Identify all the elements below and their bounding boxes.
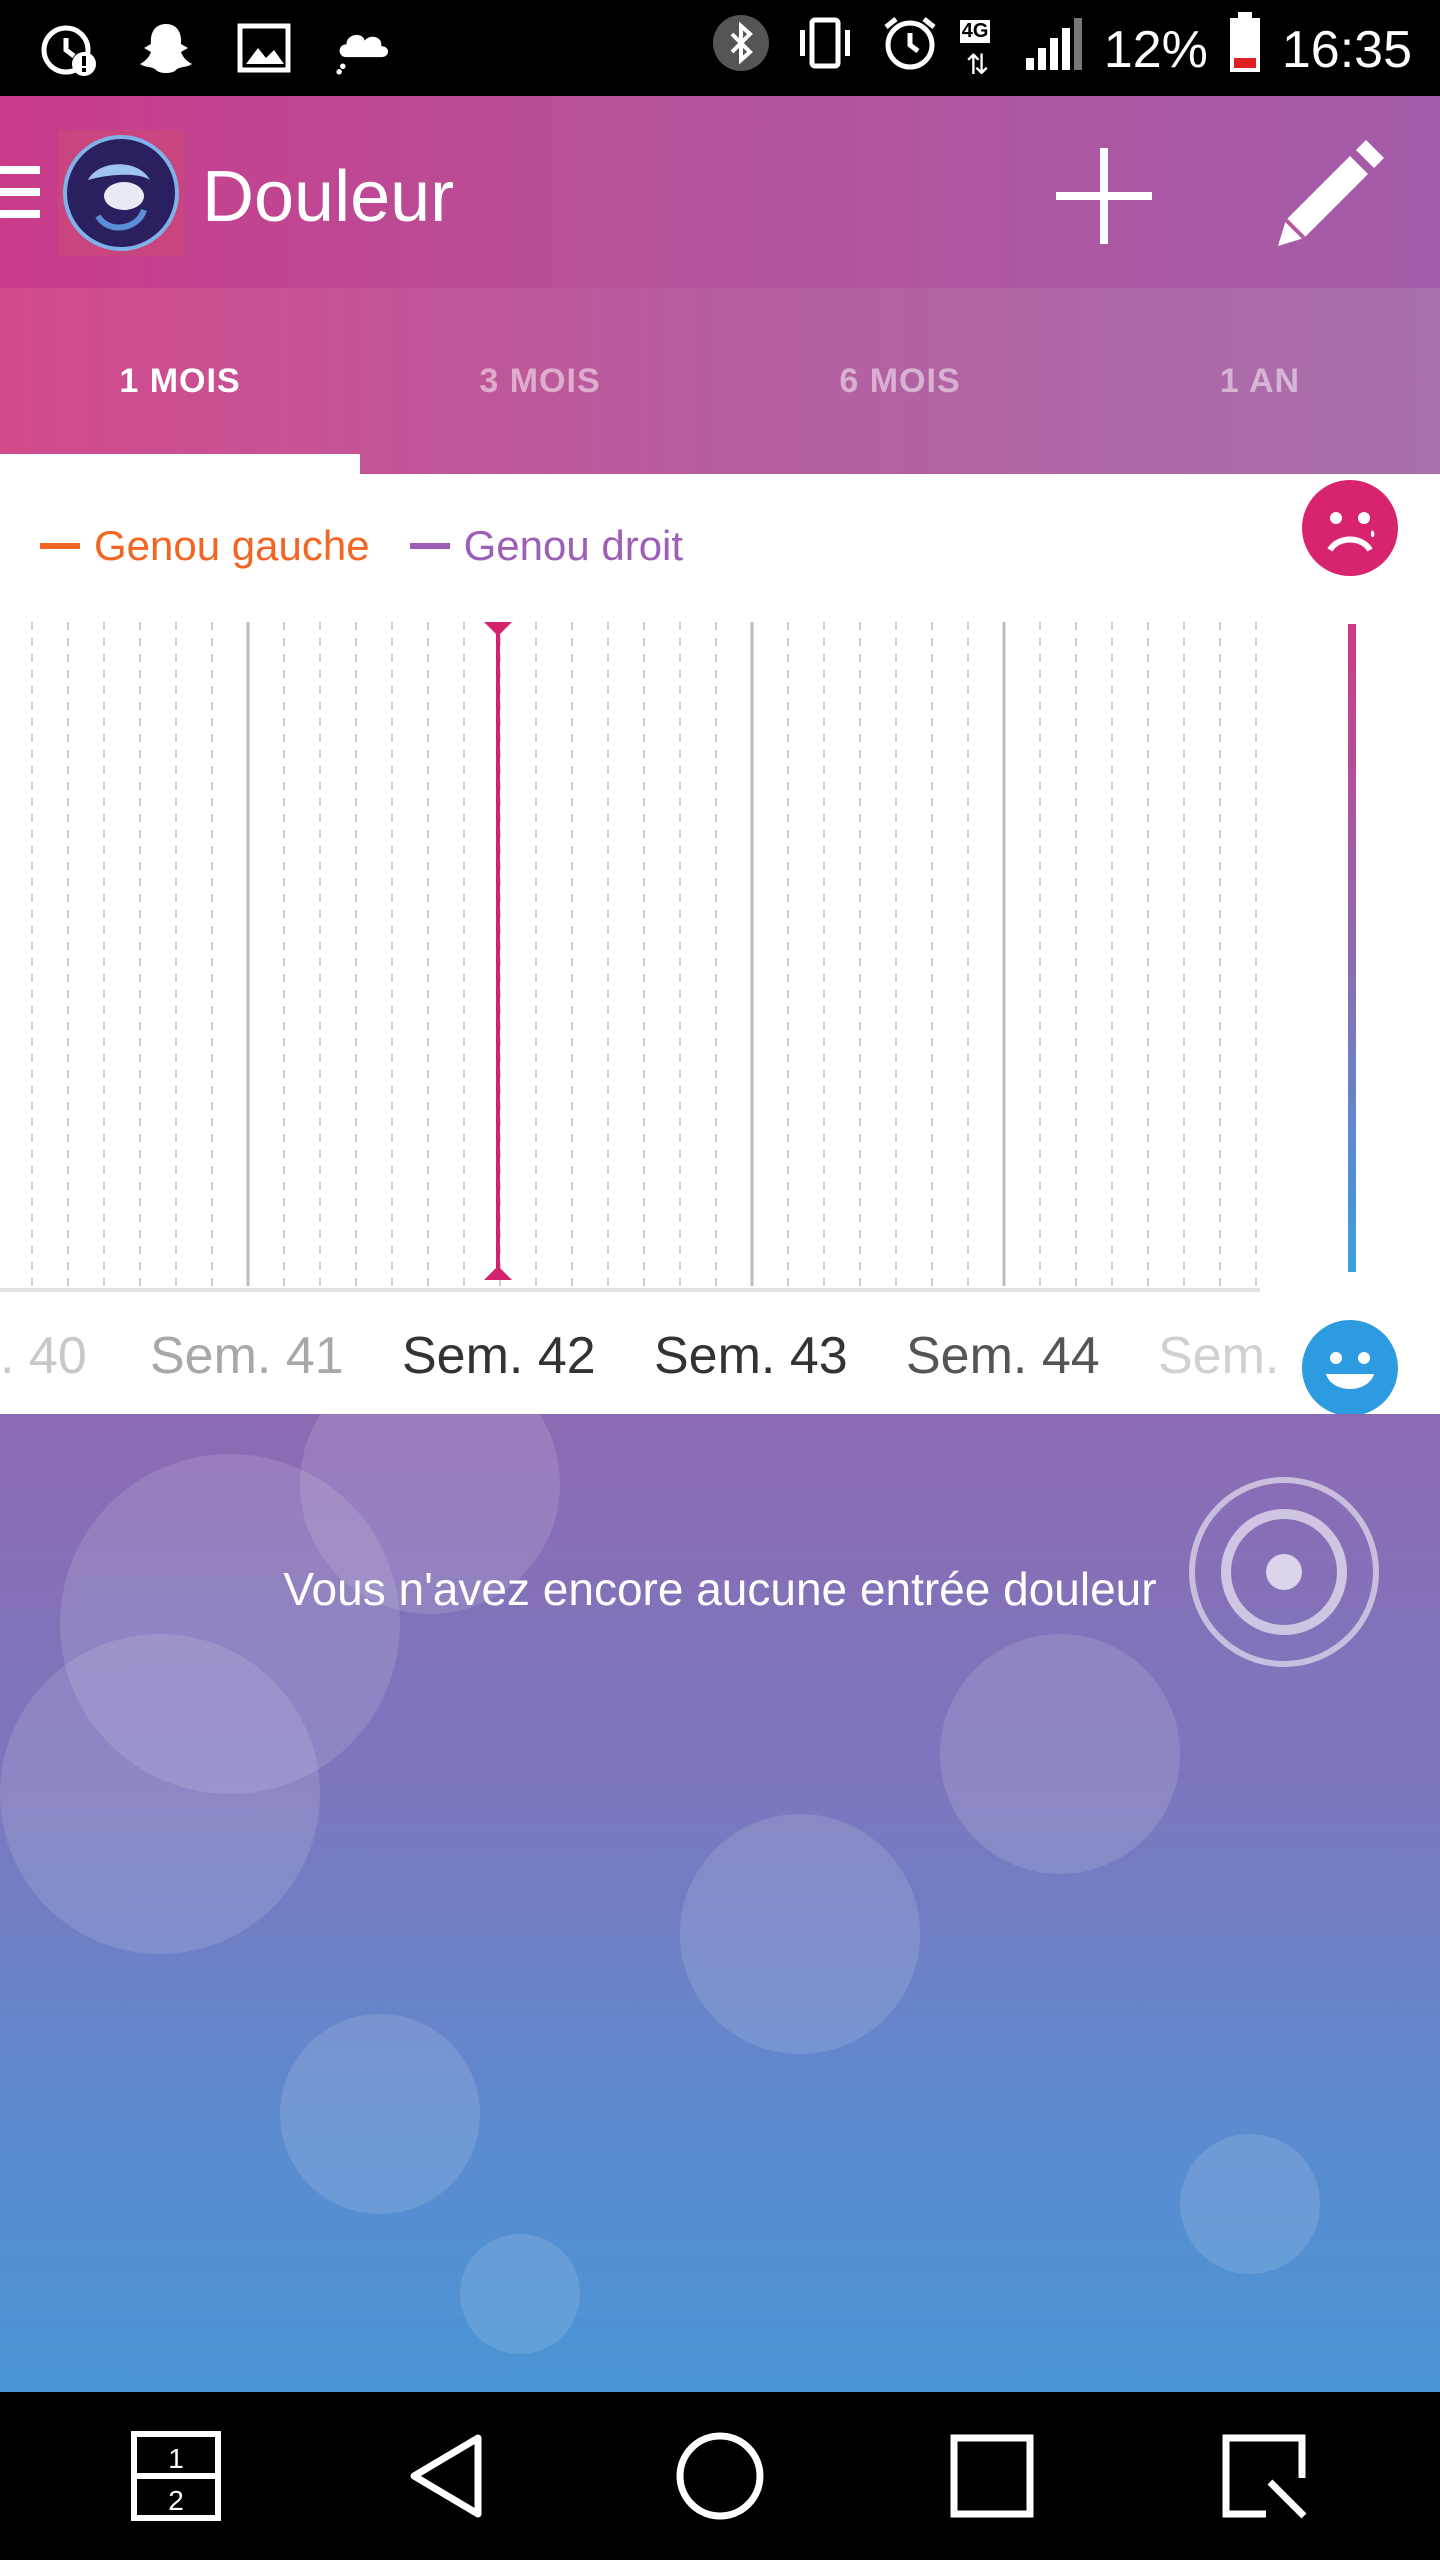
edit-pencil-icon[interactable] (1270, 138, 1386, 254)
week-label[interactable]: Sem. 43 (654, 1326, 848, 1386)
svg-text:1: 1 (168, 2443, 184, 2474)
vibrate-icon (790, 14, 860, 85)
dual-window-icon[interactable]: 1 2 (126, 2426, 226, 2526)
week-labels[interactable]: . 40 Sem. 41 Sem. 42 Sem. 43 Sem. 44 Sem… (0, 1326, 1300, 1426)
app-logo[interactable] (58, 130, 184, 256)
bokeh-decoration (940, 1634, 1180, 1874)
app-bar: Douleur (0, 96, 1440, 288)
selected-week-cursor (484, 622, 512, 1280)
page-title: Douleur (202, 157, 455, 237)
image-icon (232, 16, 296, 80)
tab-3-mois[interactable]: 3 MOIS (360, 288, 720, 474)
week-label[interactable]: . 40 (0, 1326, 87, 1386)
bokeh-decoration (680, 1814, 920, 2054)
week-label-selected[interactable]: Sem. 42 (402, 1326, 596, 1386)
week-label[interactable]: Sem. 41 (150, 1326, 344, 1386)
bokeh-decoration (280, 2014, 480, 2214)
bluetooth-icon (712, 14, 770, 85)
tab-6-mois[interactable]: 6 MOIS (720, 288, 1080, 474)
menu-icon[interactable] (0, 166, 40, 226)
chart-grid[interactable] (0, 474, 1300, 1294)
alarm-alert-icon (36, 16, 100, 80)
add-button[interactable] (1052, 144, 1156, 248)
snapchat-icon (134, 16, 198, 80)
grid-lines (31, 622, 1257, 1286)
capture-icon[interactable] (1214, 2426, 1314, 2526)
pain-scale-bar (1348, 624, 1356, 1272)
target-icon[interactable] (1186, 1474, 1382, 1670)
status-bar: 4G ⇅ 12% 16:35 (0, 0, 1440, 96)
empty-state-panel: Vous n'avez encore aucune entrée douleur (0, 1414, 1440, 2392)
tab-1-mois[interactable]: 1 MOIS (0, 288, 360, 474)
happy-face-icon (1302, 1320, 1398, 1416)
home-icon[interactable] (670, 2426, 770, 2526)
bokeh-decoration (0, 1634, 320, 1954)
navigation-bar: 1 2 (0, 2392, 1440, 2560)
tab-1-an[interactable]: 1 AN (1080, 288, 1440, 474)
period-tabs: 1 MOIS 3 MOIS 6 MOIS 1 AN (0, 288, 1440, 474)
alarm-icon (880, 13, 940, 86)
pain-chart: Genou gauche Genou droit . 40 Sem. 41 Se… (0, 474, 1440, 1416)
battery-percent: 12% (1103, 20, 1208, 79)
recent-apps-icon[interactable] (942, 2426, 1042, 2526)
weather-icon (330, 16, 394, 80)
week-label[interactable]: Sem. (1158, 1326, 1279, 1386)
back-icon[interactable] (398, 2426, 498, 2526)
signal-icon (1024, 14, 1084, 85)
svg-text:2: 2 (168, 2485, 184, 2516)
clock: 16:35 (1281, 20, 1412, 79)
battery-icon (1228, 12, 1262, 87)
network-4g-icon: 4G ⇅ (959, 19, 991, 80)
bokeh-decoration (460, 2234, 580, 2354)
tab-indicator (0, 454, 360, 474)
bokeh-decoration (1180, 2134, 1320, 2274)
week-label[interactable]: Sem. 44 (906, 1326, 1100, 1386)
sad-face-icon (1302, 480, 1398, 576)
